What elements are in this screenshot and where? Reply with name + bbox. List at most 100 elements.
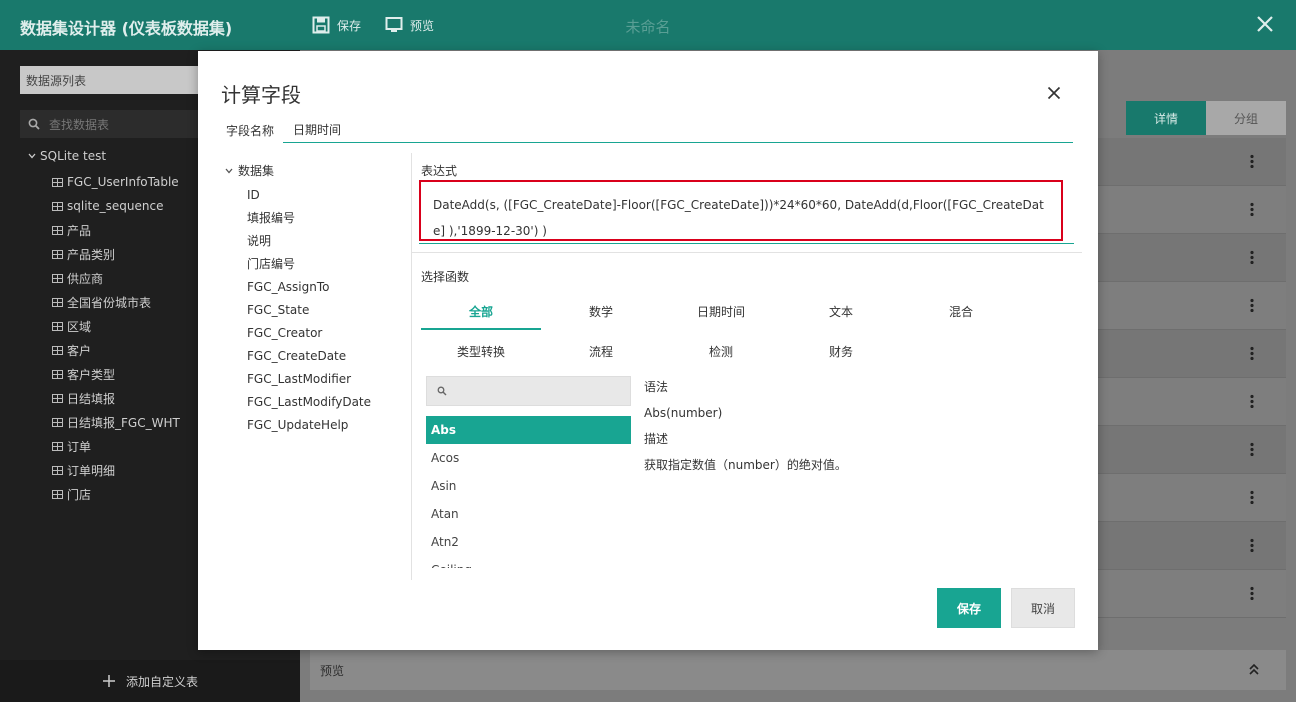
- app-title: 数据集设计器 (仪表板数据集): [20, 19, 233, 38]
- double-chevron-up-icon[interactable]: [1248, 662, 1260, 676]
- field-item[interactable]: FGC_State: [247, 298, 371, 321]
- table-icon: [52, 465, 63, 475]
- sidebar-table-item[interactable]: 客户: [52, 338, 180, 362]
- sidebar-table-label: FGC_UserInfoTable: [67, 175, 179, 189]
- function-item[interactable]: Asin: [426, 472, 631, 500]
- tree-root-label: SQLite test: [40, 149, 107, 163]
- function-list: AbsAcosAsinAtanAtn2Ceiling: [426, 416, 631, 568]
- more-icon[interactable]: [1250, 586, 1254, 600]
- field-item[interactable]: FGC_CreateDate: [247, 344, 371, 367]
- field-item[interactable]: FGC_AssignTo: [247, 275, 371, 298]
- more-icon[interactable]: [1250, 250, 1254, 264]
- sidebar-table-item[interactable]: FGC_UserInfoTable: [52, 170, 180, 194]
- close-icon[interactable]: [1254, 13, 1276, 35]
- preview-button[interactable]: 预览: [385, 16, 434, 34]
- field-name-input[interactable]: [283, 117, 1073, 143]
- field-name-label: 字段名称: [226, 124, 275, 138]
- sidebar-table-label: 产品: [67, 223, 92, 238]
- function-item[interactable]: Atan: [426, 500, 631, 528]
- sidebar-table-item[interactable]: 订单: [52, 434, 180, 458]
- field-item[interactable]: FGC_UpdateHelp: [247, 413, 371, 436]
- field-item[interactable]: 说明: [247, 229, 371, 252]
- category-tab[interactable]: 文本: [781, 303, 901, 320]
- field-item[interactable]: FGC_LastModifier: [247, 367, 371, 390]
- sidebar-table-label: 产品类别: [67, 247, 116, 262]
- field-item[interactable]: 门店编号: [247, 252, 371, 275]
- field-item[interactable]: ID: [247, 183, 371, 206]
- tab-group[interactable]: 分组: [1206, 101, 1286, 135]
- sidebar-table-item[interactable]: 产品: [52, 218, 180, 242]
- search-icon: [28, 118, 40, 130]
- sidebar-table-item[interactable]: sqlite_sequence: [52, 194, 180, 218]
- column-row: [1098, 186, 1286, 234]
- expression-input[interactable]: DateAdd(s, ([FGC_CreateDate]-Floor([FGC_…: [419, 180, 1063, 241]
- table-icon: [52, 225, 63, 235]
- category-tab[interactable]: 流程: [541, 343, 661, 360]
- sidebar-table-item[interactable]: 日结填报: [52, 386, 180, 410]
- table-icon: [52, 177, 63, 187]
- sidebar-table-label: 全国省份城市表: [67, 295, 152, 310]
- sidebar-table-label: 供应商: [67, 271, 104, 286]
- sidebar-table-item[interactable]: 客户类型: [52, 362, 180, 386]
- cancel-button[interactable]: 取消: [1011, 588, 1075, 628]
- function-item[interactable]: Acos: [426, 444, 631, 472]
- more-icon[interactable]: [1250, 346, 1254, 360]
- save-button[interactable]: 保存: [937, 588, 1001, 628]
- function-item[interactable]: Ceiling: [426, 556, 631, 568]
- top-bar: 数据集设计器 (仪表板数据集) 保存 预览 未命名: [0, 0, 1296, 50]
- column-row: [1098, 426, 1286, 474]
- save-button-label: 保存: [337, 18, 362, 33]
- category-tab[interactable]: 数学: [541, 303, 661, 320]
- function-search-input[interactable]: [426, 376, 631, 406]
- table-icon: [52, 393, 63, 403]
- sidebar-table-item[interactable]: 订单明细: [52, 458, 180, 482]
- category-tab[interactable]: 检测: [661, 343, 781, 360]
- more-icon[interactable]: [1250, 490, 1254, 504]
- more-icon[interactable]: [1250, 538, 1254, 552]
- category-tab[interactable]: 财务: [781, 343, 901, 360]
- function-item[interactable]: Atn2: [426, 528, 631, 556]
- sidebar-table-label: 订单: [67, 439, 92, 454]
- dataset-root[interactable]: 数据集: [225, 162, 274, 179]
- more-icon[interactable]: [1250, 394, 1254, 408]
- sidebar-table-item[interactable]: 全国省份城市表: [52, 290, 180, 314]
- table-icon: [52, 249, 63, 259]
- table-search-input[interactable]: 查找数据表: [20, 110, 210, 138]
- preview-bar-label: 预览: [320, 663, 345, 678]
- more-icon[interactable]: [1250, 154, 1254, 168]
- field-item[interactable]: FGC_Creator: [247, 321, 371, 344]
- field-list: ID 填报编号 说明 门店编号 FGC_AssignTo FGC_State FGC_Cre…: [247, 183, 371, 436]
- tab-detail[interactable]: 详情: [1126, 101, 1206, 135]
- add-custom-table-button[interactable]: 添加自定义表: [0, 660, 300, 702]
- category-tab[interactable]: 日期时间: [661, 303, 781, 320]
- category-tab[interactable]: 全部: [421, 303, 541, 320]
- sidebar-table-label: 客户: [67, 343, 92, 358]
- more-icon[interactable]: [1250, 298, 1254, 312]
- sidebar-table-item[interactable]: 门店: [52, 482, 180, 506]
- function-item[interactable]: Abs: [426, 416, 631, 444]
- datasource-select[interactable]: 数据源列表: [20, 66, 210, 94]
- column-row: [1098, 138, 1286, 186]
- table-list: FGC_UserInfoTable sqlite_sequence 产品产品类别供应…: [52, 170, 180, 506]
- field-item[interactable]: 填报编号: [247, 206, 371, 229]
- category-tab[interactable]: 混合: [901, 303, 1021, 320]
- sidebar-table-item[interactable]: 产品类别: [52, 242, 180, 266]
- save-button[interactable]: 保存: [312, 16, 361, 34]
- sidebar-table-item[interactable]: 供应商: [52, 266, 180, 290]
- tree-root-datasource[interactable]: SQLite test: [28, 149, 106, 163]
- table-icon: [52, 345, 63, 355]
- field-item[interactable]: FGC_LastModifyDate: [247, 390, 371, 413]
- more-icon[interactable]: [1250, 202, 1254, 216]
- more-icon[interactable]: [1250, 442, 1254, 456]
- sidebar-table-label: 客户类型: [67, 367, 116, 382]
- table-icon: [52, 273, 63, 283]
- category-tab[interactable]: 类型转换: [421, 343, 541, 360]
- calculated-field-dialog: 计算字段 字段名称 数据集 ID填报编号说明门店编号FGC_AssignToFG…: [198, 51, 1098, 650]
- sidebar-table-label: 区域: [67, 319, 92, 334]
- sidebar-table-item[interactable]: 区域: [52, 314, 180, 338]
- description-value: 获取指定数值（number）的绝对值。: [644, 458, 847, 472]
- monitor-icon: [385, 17, 403, 32]
- sidebar-table-item[interactable]: 日结填报_FGC_WHT: [52, 410, 180, 434]
- preview-bar[interactable]: 预览: [310, 650, 1286, 690]
- close-icon[interactable]: [1047, 86, 1061, 100]
